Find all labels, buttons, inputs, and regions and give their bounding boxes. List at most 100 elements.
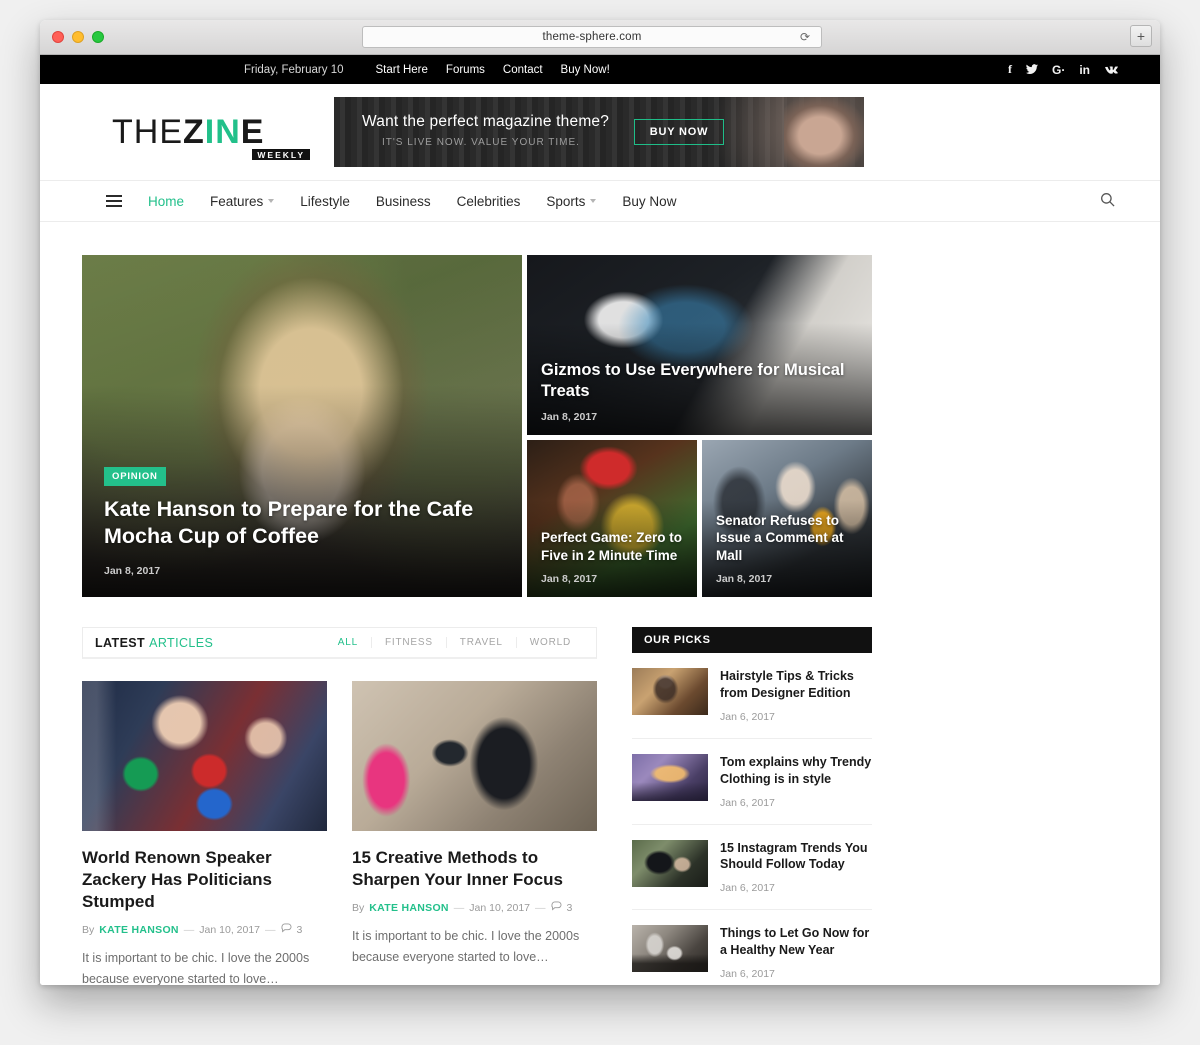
twitter-icon[interactable] xyxy=(1025,63,1038,77)
article-title: 15 Creative Methods to Sharpen Your Inne… xyxy=(352,848,563,890)
address-bar[interactable]: theme-sphere.com ⟳ xyxy=(362,26,822,48)
filter-all[interactable]: ALL xyxy=(325,637,371,648)
facebook-icon[interactable]: f xyxy=(1008,62,1012,77)
new-tab-button[interactable]: + xyxy=(1130,25,1152,47)
pick-thumbnail[interactable] xyxy=(632,925,708,973)
pick-title: Tom explains why Trendy Clothing is in s… xyxy=(720,754,872,786)
hero-date: Jan 8, 2017 xyxy=(541,573,598,585)
sidebar-pick-item[interactable]: Things to Let Go Now for a Healthy New Y… xyxy=(632,910,872,985)
filter-world[interactable]: WORLD xyxy=(515,637,584,648)
article-card[interactable]: 15 Creative Methods to Sharpen Your Inne… xyxy=(352,681,597,985)
article-card-grid: World Renown Speaker Zackery Has Politic… xyxy=(82,681,597,985)
category-badge[interactable]: OPINION xyxy=(104,466,166,486)
top-link-buy-now[interactable]: Buy Now! xyxy=(561,64,610,76)
pick-title: Hairstyle Tips & Tricks from Designer Ed… xyxy=(720,669,854,700)
article-title: World Renown Speaker Zackery Has Politic… xyxy=(82,848,272,912)
googleplus-icon[interactable]: G· xyxy=(1052,63,1065,77)
article-author[interactable]: KATE HANSON xyxy=(369,902,449,914)
vk-icon[interactable] xyxy=(1104,63,1118,77)
pick-title: 15 Instagram Trends You Should Follow To… xyxy=(720,840,868,872)
top-link-contact[interactable]: Contact xyxy=(503,64,543,76)
pick-thumbnail[interactable] xyxy=(632,839,708,887)
pick-date: Jan 6, 2017 xyxy=(720,796,775,809)
top-links: Start Here Forums Contact Buy Now! xyxy=(376,64,610,76)
header-banner-ad[interactable]: Want the perfect magazine theme? IT'S LI… xyxy=(334,97,864,167)
nav-label: Sports xyxy=(546,193,586,209)
logo-z: Z xyxy=(183,113,205,151)
meta-separator: — xyxy=(183,923,195,936)
section-title-latest: LATEST xyxy=(95,635,146,650)
chevron-down-icon xyxy=(590,199,597,203)
filter-fitness[interactable]: FITNESS xyxy=(370,637,446,648)
banner-headline: Want the perfect magazine theme? xyxy=(362,113,610,130)
browser-window: theme-sphere.com ⟳ + Friday, February 10… xyxy=(40,20,1160,985)
logo-badge: WEEKLY xyxy=(252,148,310,160)
article-author[interactable]: KATE HANSON xyxy=(99,924,179,936)
category-filters: ALL FITNESS TRAVEL WORLD xyxy=(325,637,584,648)
search-icon[interactable] xyxy=(1100,192,1118,210)
pick-thumbnail[interactable] xyxy=(632,753,708,801)
hero-grid: OPINION Kate Hanson to Prepare for the C… xyxy=(82,255,1118,597)
filter-travel[interactable]: TRAVEL xyxy=(445,637,516,648)
article-thumbnail[interactable] xyxy=(82,681,327,831)
comment-icon xyxy=(280,923,292,936)
article-meta: By KATE HANSON — Jan 10, 2017 — 3 xyxy=(82,923,327,936)
section-title-articles: ARTICLES xyxy=(149,635,214,650)
social-links: f G· in xyxy=(1008,62,1118,77)
meta-separator: — xyxy=(453,901,465,914)
nav-item-sports[interactable]: Sports xyxy=(546,193,597,209)
banner-buy-now-button[interactable]: BUY NOW xyxy=(634,119,724,145)
article-card[interactable]: World Renown Speaker Zackery Has Politic… xyxy=(82,681,327,985)
hero-date: Jan 8, 2017 xyxy=(716,573,773,585)
nav-item-home[interactable]: Home xyxy=(148,194,184,209)
hero-side-column: Gizmos to Use Everywhere for Musical Tre… xyxy=(527,255,872,597)
site-logo[interactable]: THEZINE WEEKLY xyxy=(82,113,322,160)
hero-article-perfect-game[interactable]: Perfect Game: Zero to Five in 2 Minute T… xyxy=(527,440,697,597)
article-date: Jan 10, 2017 xyxy=(469,901,531,914)
hero-title: Senator Refuses to Issue a Comment at Ma… xyxy=(716,513,844,563)
close-window-button[interactable] xyxy=(52,31,64,43)
nav-label: Buy Now xyxy=(622,193,677,209)
page-root: theme-sphere.com ⟳ + Friday, February 10… xyxy=(0,0,1200,1045)
minimize-window-button[interactable] xyxy=(72,31,84,43)
sidebar: OUR PICKS Hairstyle Tips & Tricks from D… xyxy=(632,627,872,985)
top-link-start-here[interactable]: Start Here xyxy=(376,64,428,76)
article-meta: By KATE HANSON — Jan 10, 2017 — 3 xyxy=(352,901,597,914)
meta-separator: — xyxy=(265,923,276,936)
hamburger-icon[interactable] xyxy=(106,192,122,210)
site-header: THEZINE WEEKLY Want the perfect magazine … xyxy=(40,84,1160,180)
nav-item-buy-now[interactable]: Buy Now xyxy=(622,194,676,209)
top-link-forums[interactable]: Forums xyxy=(446,64,485,76)
nav-item-celebrities[interactable]: Celebrities xyxy=(457,194,521,209)
comment-count: 3 xyxy=(566,901,573,914)
hero-title: Perfect Game: Zero to Five in 2 Minute T… xyxy=(541,530,683,563)
nav-item-features[interactable]: Features xyxy=(210,193,275,209)
hero-featured-article[interactable]: OPINION Kate Hanson to Prepare for the C… xyxy=(82,255,522,597)
pick-date: Jan 6, 2017 xyxy=(720,710,775,723)
nav-label: Business xyxy=(375,193,431,209)
latest-articles-column: LATEST ARTICLES ALL FITNESS TRAVEL WORLD xyxy=(82,627,597,985)
nav-item-business[interactable]: Business xyxy=(376,194,431,209)
sidebar-pick-item[interactable]: Hairstyle Tips & Tricks from Designer Ed… xyxy=(632,653,872,739)
maximize-window-button[interactable] xyxy=(92,31,104,43)
hero-title: Kate Hanson to Prepare for the Cafe Moch… xyxy=(104,496,474,549)
pick-date: Jan 6, 2017 xyxy=(720,882,775,895)
top-utility-bar: Friday, February 10 Start Here Forums Co… xyxy=(40,55,1160,84)
hero-article-senator[interactable]: Senator Refuses to Issue a Comment at Ma… xyxy=(702,440,872,597)
sidebar-pick-item[interactable]: Tom explains why Trendy Clothing is in s… xyxy=(632,739,872,825)
meta-separator: — xyxy=(535,901,546,914)
linkedin-icon[interactable]: in xyxy=(1079,63,1090,77)
by-label: By xyxy=(352,901,365,914)
nav-item-lifestyle[interactable]: Lifestyle xyxy=(300,194,350,209)
hero-date: Jan 8, 2017 xyxy=(541,411,598,423)
reload-icon[interactable]: ⟳ xyxy=(800,30,814,44)
logo-e: E xyxy=(240,113,265,151)
sidebar-pick-item[interactable]: 15 Instagram Trends You Should Follow To… xyxy=(632,825,872,911)
hero-article-gizmos[interactable]: Gizmos to Use Everywhere for Musical Tre… xyxy=(527,255,872,435)
comment-icon xyxy=(550,901,562,914)
article-thumbnail[interactable] xyxy=(352,681,597,831)
nav-label: Features xyxy=(210,193,264,209)
pick-thumbnail[interactable] xyxy=(632,668,708,715)
page-content: OPINION Kate Hanson to Prepare for the C… xyxy=(40,255,1160,985)
logo-in: IN xyxy=(204,113,241,151)
